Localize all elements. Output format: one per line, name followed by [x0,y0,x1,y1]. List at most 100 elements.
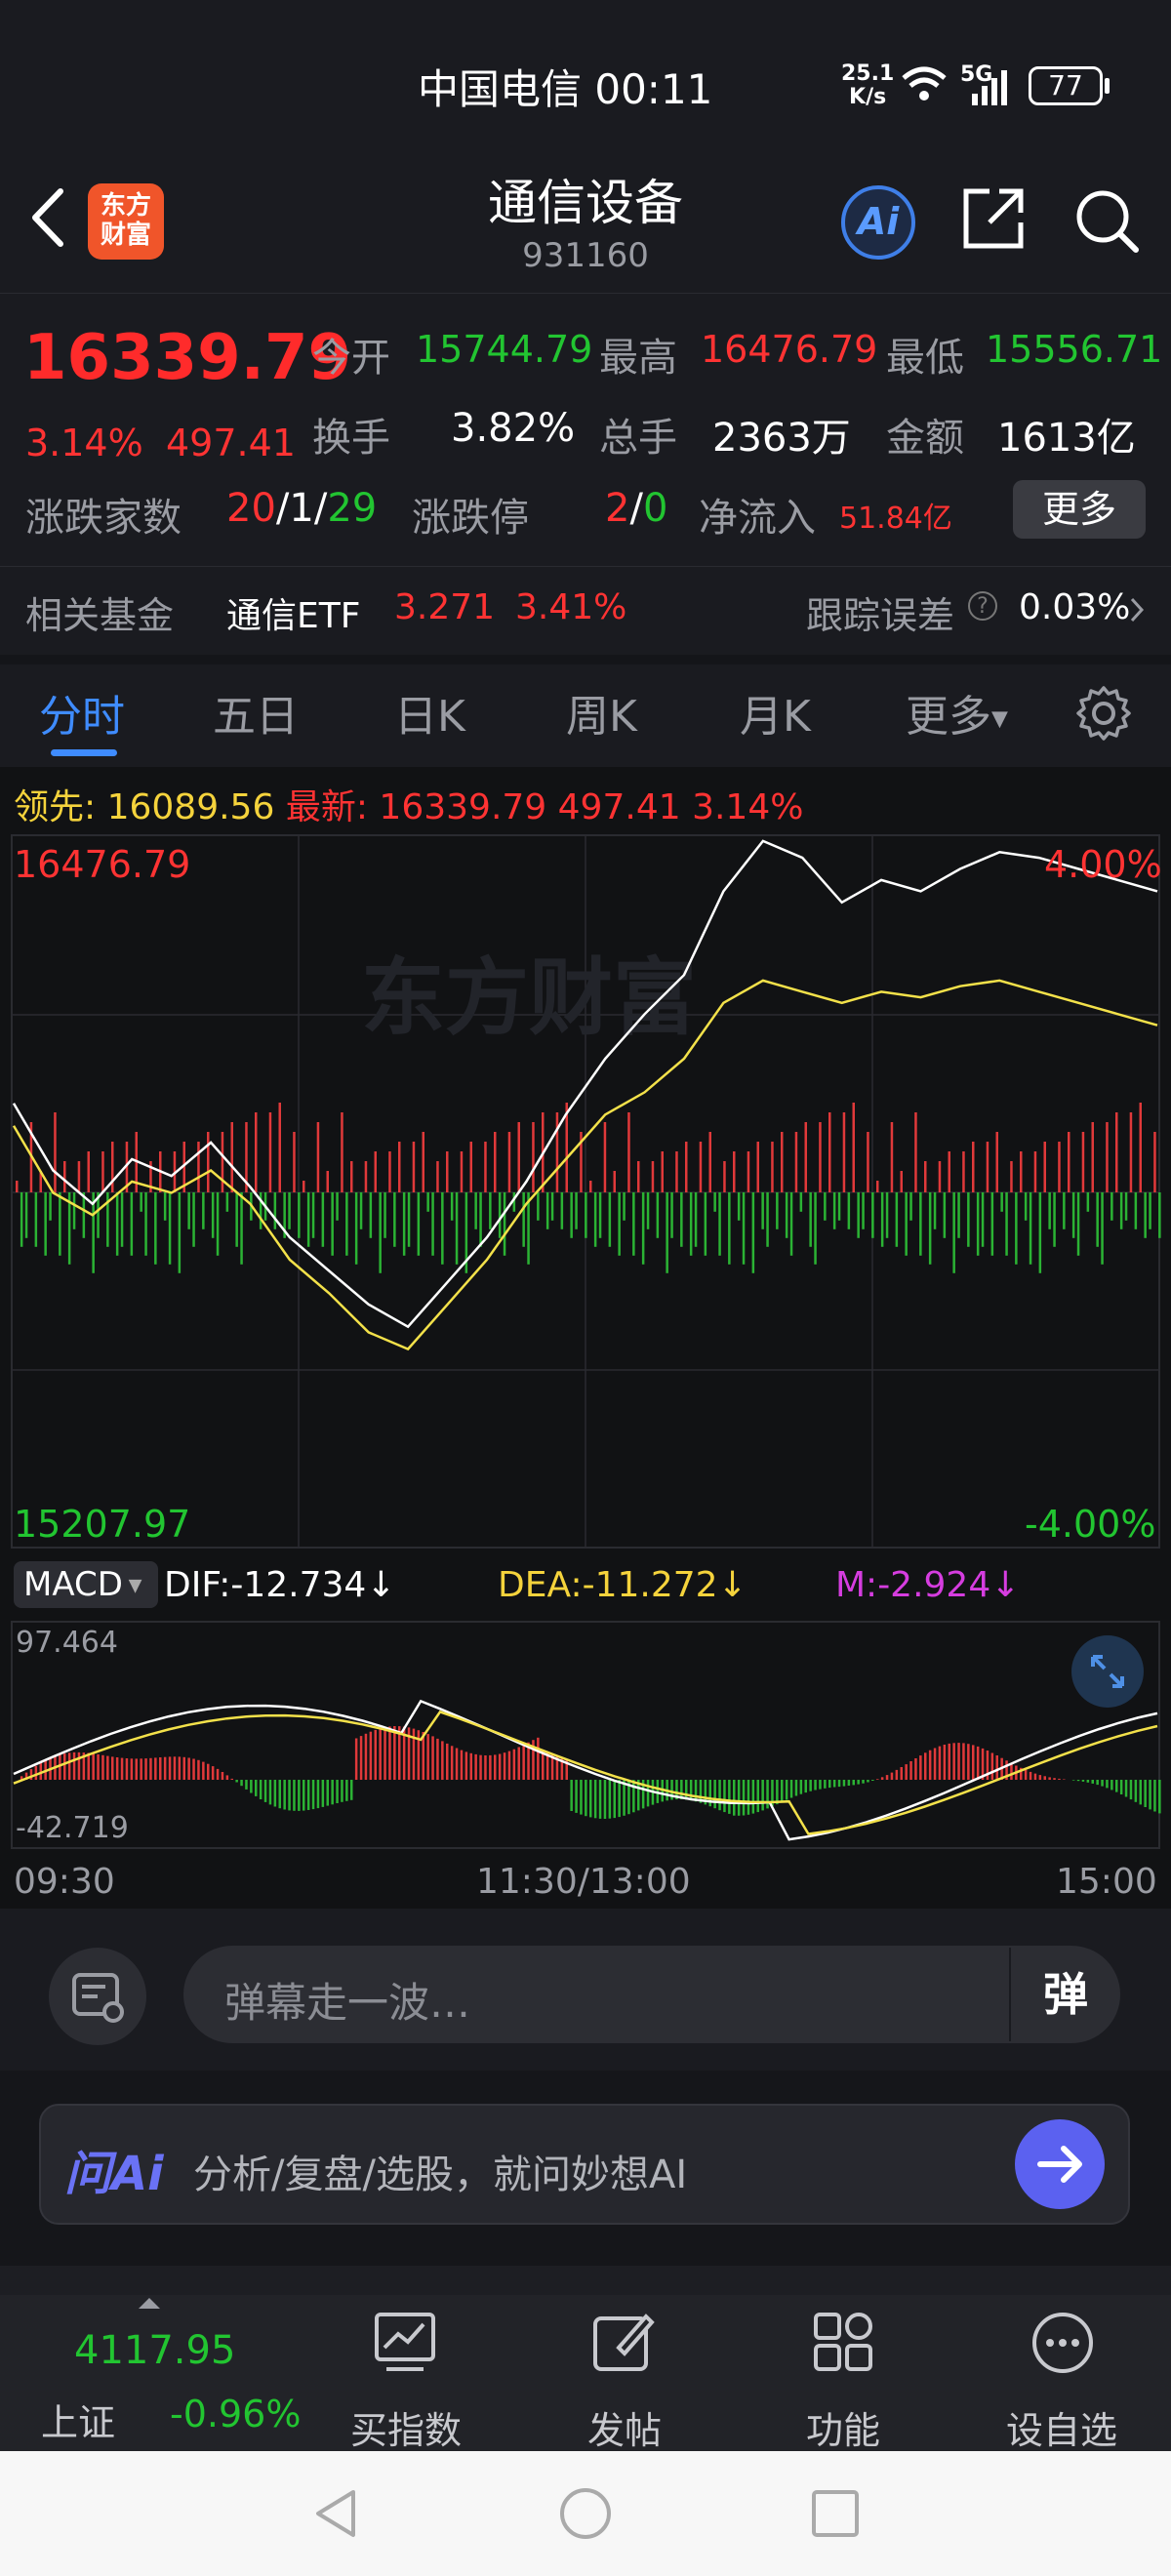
price-chart[interactable]: 东方财富 [0,831,1171,1553]
volume-bar [354,1192,358,1265]
volume-value: 2363万 [712,416,851,461]
volume-bar [187,1192,190,1229]
macd-bar [293,1780,296,1811]
macd-bar [1091,1780,1094,1784]
volume-bar [627,1112,630,1192]
search-icon[interactable] [1071,185,1142,256]
macd-bar [1033,1773,1037,1780]
tab-monthly-k[interactable]: 月K [740,681,811,744]
volume-bar [661,1151,664,1192]
volume-bar [832,1192,836,1229]
tab-weekly-k[interactable]: 周K [566,681,637,744]
macd-bar [517,1747,520,1780]
volume-bar [532,1122,535,1192]
volume-bar [446,1151,449,1192]
macd-bar [938,1746,942,1780]
volume-bar [766,1192,769,1247]
nav-functions[interactable]: 功能 [765,2400,921,2454]
macd-bar [1129,1780,1133,1800]
volume-bar [871,1192,874,1238]
home-circle-icon[interactable] [558,2486,613,2541]
volume-bar [933,1192,937,1229]
volume-bar [192,1192,195,1247]
help-icon[interactable]: ? [968,591,997,621]
macd-bar [685,1780,688,1800]
macd-bar [273,1780,277,1807]
volume-bar [522,1192,525,1247]
volume-bar [943,1192,947,1238]
volume-bar [1149,1192,1151,1229]
volume-bar [407,1192,411,1247]
volume-bar [34,1192,38,1247]
watermark: 东方财富 [361,949,697,1047]
volume-bar [331,1192,334,1256]
carrier-time: 中国电信 00:11 [418,65,713,113]
macd-bar [842,1780,846,1787]
macd-bar [130,1758,134,1780]
volume-bar [905,1192,908,1256]
fund-name[interactable]: 通信ETF [226,587,360,638]
tab-daily-k[interactable]: 日K [394,681,465,744]
volume-bar [718,1192,721,1256]
volume-bar [837,1192,841,1221]
nav-buy-index[interactable]: 买指数 [328,2400,484,2454]
macd-chart[interactable] [0,1618,1171,1852]
volume-bar [144,1192,147,1256]
recents-square-icon[interactable] [810,2488,861,2539]
macd-bar [1149,1780,1151,1810]
grid-icon[interactable] [810,2309,878,2377]
indicator-select[interactable]: MACD ▼ [14,1561,158,1608]
expand-button[interactable] [1071,1635,1144,1708]
volume-bar [656,1192,660,1238]
volume-bar [59,1192,61,1256]
volume-bar [1029,1192,1032,1265]
volume-bar [1081,1132,1085,1192]
volume-bar [268,1112,272,1192]
edit-icon[interactable] [589,2309,658,2377]
volume-bar [207,1132,210,1192]
tab-five-day[interactable]: 五日 [213,681,299,744]
volume-bar [507,1132,511,1192]
macd-bar [431,1736,434,1780]
macd-bar [952,1743,955,1780]
volume-bar [87,1151,90,1192]
volume-bar [914,1112,917,1192]
nav-add-watchlist[interactable]: 设自选 [984,2400,1140,2454]
chart-icon[interactable] [371,2309,439,2377]
tab-minute[interactable]: 分时 [39,681,125,744]
volume-bar [517,1122,520,1192]
ai-submit-button[interactable] [1015,2119,1105,2209]
macd-bar [1110,1780,1113,1791]
gear-icon[interactable] [1075,685,1132,742]
volume-bar [756,1142,759,1192]
low-label: 最低 [886,336,964,381]
macd-bar [163,1756,167,1780]
macd-bar [479,1754,482,1780]
macd-bar [354,1738,358,1780]
macd-bar [1029,1771,1032,1780]
volume-bar [641,1192,645,1265]
tab-more[interactable]: 更多▼ [906,681,1008,744]
volume-bar [1115,1112,1118,1192]
macd-bar [976,1746,980,1780]
volume-bar [589,1181,592,1192]
macd-bar [789,1780,793,1798]
back-triangle-icon[interactable] [310,2486,363,2541]
volume-bar [441,1192,444,1265]
volume-bar [450,1192,454,1221]
volume-bar [1033,1151,1037,1192]
ai-button[interactable]: Ai [841,185,915,260]
more-dots-icon[interactable] [1029,2309,1097,2377]
chevron-right-icon[interactable] [1128,595,1148,624]
volume-bar [211,1192,215,1238]
more-button[interactable]: 更多 [1013,480,1146,539]
danmu-toggle-button[interactable]: 弹 [1009,1948,1120,2041]
volume-bar [398,1142,401,1192]
macd-bar [957,1743,960,1780]
nav-post[interactable]: 发帖 [546,2400,703,2454]
limit-label: 涨跌停 [412,496,529,541]
index-value[interactable]: 4117.95 [74,2328,235,2373]
danmu-settings-button[interactable] [49,1948,146,2045]
share-icon[interactable] [960,185,1027,252]
volume-bar [1043,1142,1046,1192]
